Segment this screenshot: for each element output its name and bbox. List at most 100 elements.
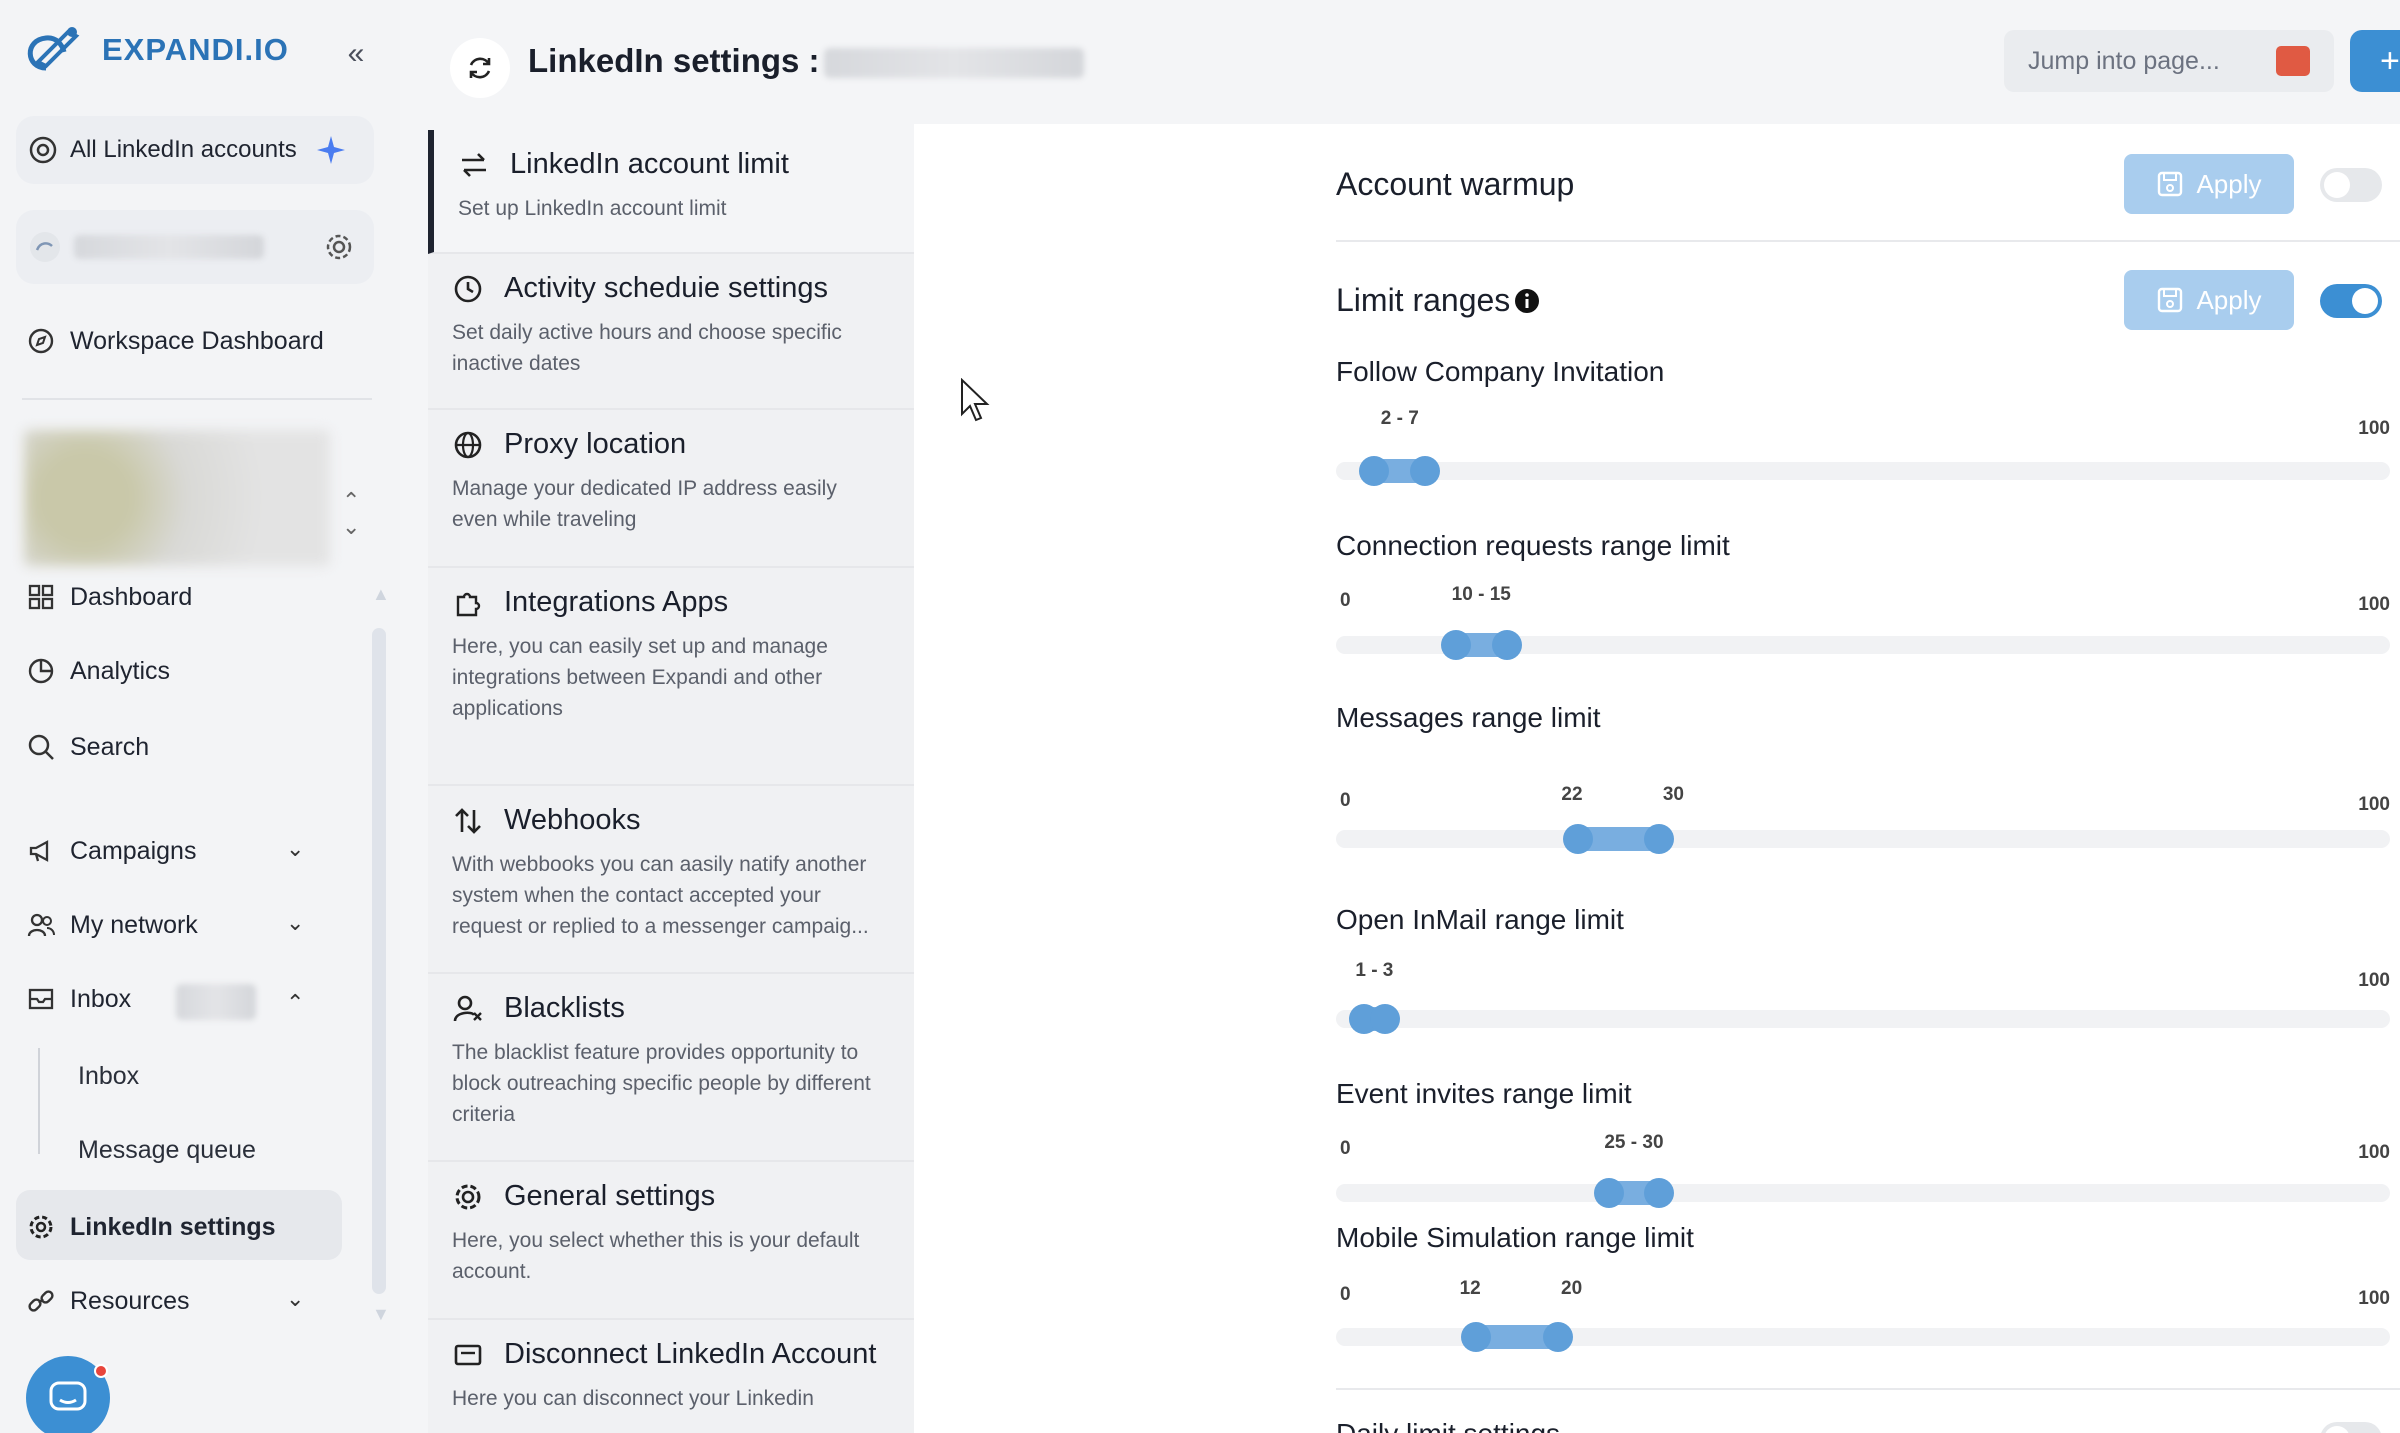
slider-thumb-high[interactable] [1644,1178,1675,1208]
chevron-up-icon[interactable]: ⌃ [286,990,304,1016]
chat-icon [49,1381,87,1411]
analytics-label: Analytics [70,656,171,685]
menu-desc: Set daily active hours and choose specif… [452,321,842,375]
workspace-dashboard-link[interactable]: Workspace Dashboard [26,326,324,356]
sidebar-item-analytics[interactable]: Analytics [26,656,170,686]
sidebar-item-dashboard[interactable]: Dashboard [26,582,192,612]
menu-desc: Here, you can easily set up and manage i… [452,635,828,720]
chevron-down-icon[interactable]: ⌄ [286,1286,304,1312]
slider-thumb-low[interactable] [1440,630,1471,660]
info-icon[interactable] [1514,288,1540,314]
sidebar-item-campaigns[interactable]: Campaigns [26,836,196,866]
jump-placeholder: Jump into page... [2028,46,2220,75]
expandi-logo[interactable]: EXPANDI.IO [16,22,289,78]
slider-thumb-low[interactable] [1562,824,1593,854]
slider-thumb-low[interactable] [1593,1178,1624,1208]
sidebar-item-search[interactable]: Search [26,732,149,762]
slider-value-low: 12 [1459,1278,1481,1299]
search-icon [26,732,56,762]
limits-apply-button[interactable]: Apply [2124,270,2294,330]
daily-limit-toggle[interactable] [2320,1422,2382,1433]
slider-label: Follow Company Invitation [1336,356,1665,387]
menu-item-activity-schedule[interactable]: Activity scheduie settings Set daily act… [428,254,914,410]
menu-desc: Here you can disconnect your Linkedin [452,1387,814,1410]
sidebar-item-linkedin-settings[interactable]: LinkedIn settings [26,1212,276,1242]
slider-track[interactable] [1336,824,2390,854]
sidebar-subitem-inbox[interactable]: Inbox [78,1062,139,1091]
plus-icon: + [2380,41,2400,80]
menu-item-account-limit[interactable]: LinkedIn account limit Set up LinkedIn a… [428,130,914,254]
chevron-down-icon[interactable]: ⌄ [286,836,304,862]
menu-desc: Set up LinkedIn account limit [458,197,727,220]
brand-name: EXPANDI.IO [102,32,289,67]
gear-icon [455,1184,481,1209]
menu-item-proxy-location[interactable]: Proxy location Manage your dedicated IP … [428,410,914,568]
sidebar-item-inbox[interactable]: Inbox [26,984,131,1014]
slider-min: 0 [1340,1284,1351,1305]
apply-label: Apply [2196,168,2262,199]
globe-icon [454,431,482,458]
slider-max: 100 [2358,594,2390,615]
jump-into-page-input[interactable]: Jump into page... [2004,30,2334,92]
slider-min: 0 [1340,590,1351,611]
daily-limit-settings-title: Daily limit settings [1336,1418,1560,1433]
warmup-toggle[interactable] [2320,168,2382,202]
menu-title: LinkedIn account limit [510,148,789,180]
inbox-icon [26,984,56,1014]
slider-thumb-high[interactable] [1369,1004,1400,1034]
shortcut-key-icon [2276,46,2310,76]
menu-desc: Here, you select whether this is your de… [452,1229,860,1283]
slider-value: 2 - 7 [1380,408,1419,429]
scroll-up-icon[interactable]: ▲ [372,584,390,605]
slider-max: 100 [2358,970,2390,991]
sidebar-item-my-network[interactable]: My network [26,910,198,940]
top-header: LinkedIn settings : Jump into page... + [400,0,2400,124]
sidebar-scrollbar[interactable] [372,628,386,1294]
slider-track[interactable] [1336,1178,2390,1208]
refresh-button[interactable] [450,38,510,98]
slider-thumb-high[interactable] [1644,824,1675,854]
slider-track[interactable] [1336,456,2390,486]
slider-label: Connection requests range limit [1336,530,1730,561]
pie-chart-icon [26,656,56,686]
warmup-apply-button[interactable]: Apply [2124,154,2294,214]
slider-min: 0 [1340,790,1351,811]
menu-item-blacklists[interactable]: Blacklists The blacklist feature provide… [428,974,914,1162]
current-account-selector[interactable] [16,210,374,284]
menu-item-webhooks[interactable]: Webhooks With webbooks you can aasily na… [428,786,914,974]
account-name-redacted [74,235,264,259]
scroll-down-icon[interactable]: ▼ [372,1304,390,1325]
gear-icon[interactable] [324,232,354,262]
sidebar-subitem-message-queue[interactable]: Message queue [78,1136,256,1165]
slider-max: 100 [2358,1288,2390,1309]
all-linkedin-accounts[interactable]: All LinkedIn accounts [16,116,374,184]
collapse-sidebar-button[interactable]: « [338,36,374,72]
slider-track[interactable] [1336,630,2390,660]
dashboard-label: Dashboard [70,582,193,611]
slider-thumb-low[interactable] [1359,456,1390,486]
slider-thumb-low[interactable] [1461,1322,1492,1352]
chevron-down-icon[interactable]: ⌄ [286,910,304,936]
double-chevron-left-icon: « [347,37,365,70]
campaigns-label: Campaigns [70,836,197,865]
slider-max: 100 [2358,794,2390,815]
menu-title: Activity scheduie settings [504,272,828,304]
menu-item-disconnect[interactable]: Disconnect LinkedIn Account Here you can… [428,1320,914,1433]
expandi-logo-icon [27,27,80,71]
menu-item-general-settings[interactable]: General settings Here, you select whethe… [428,1162,914,1320]
megaphone-icon [26,836,56,866]
sidebar-item-resources[interactable]: Resources [26,1286,190,1316]
slider-track[interactable] [1336,1004,2390,1034]
menu-title: Integrations Apps [504,586,729,618]
slider-thumb-high[interactable] [1542,1322,1573,1352]
menu-item-integrations[interactable]: Integrations Apps Here, you can easily s… [428,568,914,786]
workspace-switch-icon[interactable]: ⌃ ⌄ [342,488,360,540]
slider-thumb-high[interactable] [1410,456,1441,486]
slider-track[interactable] [1336,1322,2390,1352]
save-icon [2158,287,2183,313]
toggle-knob [2324,172,2350,198]
add-button[interactable]: + [2350,30,2400,92]
my-network-label: My network [70,910,198,939]
slider-thumb-high[interactable] [1491,630,1522,660]
limits-toggle[interactable] [2320,284,2382,318]
